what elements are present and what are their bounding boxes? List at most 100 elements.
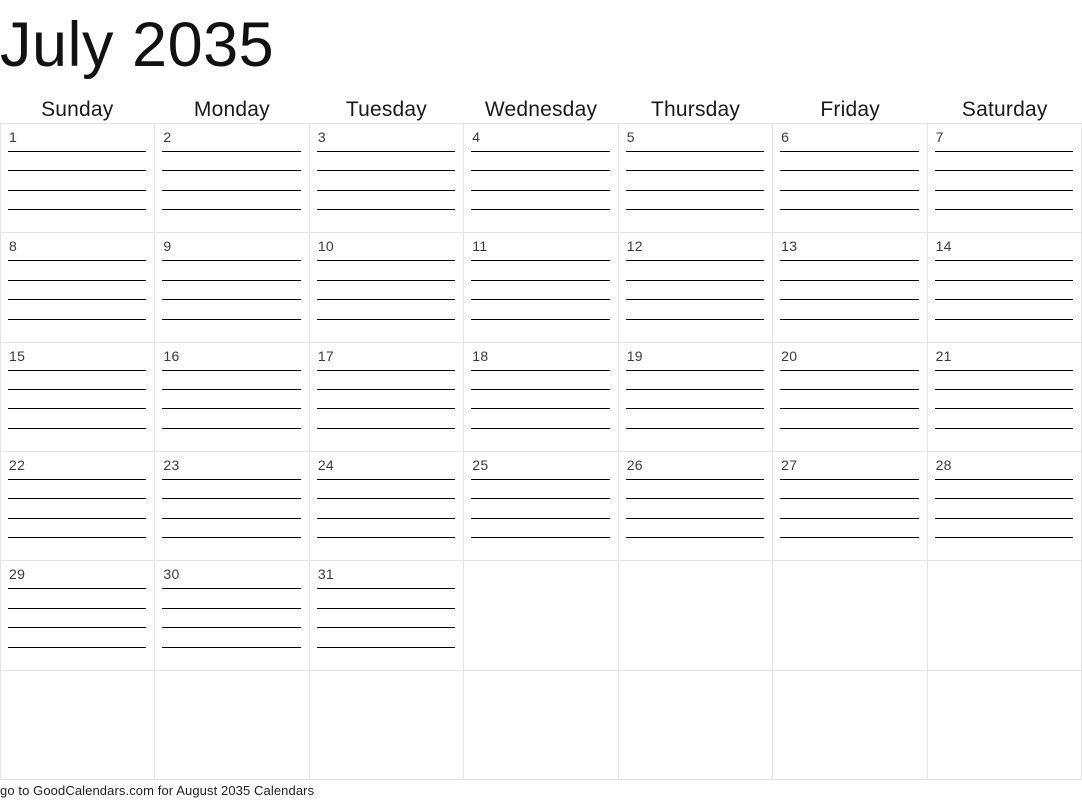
note-line[interactable] xyxy=(471,389,610,391)
note-line[interactable] xyxy=(471,151,610,152)
note-line[interactable] xyxy=(8,260,147,262)
note-line[interactable] xyxy=(162,209,301,211)
day-cell[interactable]: 28 xyxy=(927,452,1082,562)
note-line[interactable] xyxy=(316,479,456,480)
day-cell-empty[interactable] xyxy=(927,670,1082,780)
note-line[interactable] xyxy=(8,389,147,391)
note-line[interactable] xyxy=(471,279,610,281)
note-line[interactable] xyxy=(780,537,919,539)
day-cell[interactable]: 13 xyxy=(773,233,928,343)
note-line[interactable] xyxy=(162,389,301,391)
day-cell[interactable]: 30 xyxy=(155,561,310,671)
day-cell-empty[interactable] xyxy=(618,670,774,780)
day-cell[interactable]: 2 xyxy=(155,124,310,234)
day-cell[interactable]: 6 xyxy=(773,124,928,234)
note-line[interactable] xyxy=(8,189,147,191)
note-line[interactable] xyxy=(316,279,456,281)
note-line[interactable] xyxy=(162,369,301,371)
note-line[interactable] xyxy=(162,170,301,172)
day-cell-empty[interactable] xyxy=(1,670,156,780)
day-cell[interactable]: 24 xyxy=(309,452,465,562)
note-line[interactable] xyxy=(8,427,147,429)
day-cell[interactable]: 7 xyxy=(927,124,1082,234)
note-line[interactable] xyxy=(471,299,610,301)
note-line[interactable] xyxy=(780,389,919,391)
note-line[interactable] xyxy=(780,279,919,281)
note-line[interactable] xyxy=(471,189,610,191)
note-line[interactable] xyxy=(625,498,765,500)
note-line[interactable] xyxy=(471,260,610,262)
day-cell[interactable]: 23 xyxy=(155,452,310,562)
note-line[interactable] xyxy=(162,537,301,539)
note-line[interactable] xyxy=(625,279,765,281)
note-line[interactable] xyxy=(471,369,610,371)
note-line[interactable] xyxy=(625,189,765,191)
day-cell[interactable]: 10 xyxy=(309,233,465,343)
note-line[interactable] xyxy=(780,151,919,152)
note-line[interactable] xyxy=(934,299,1073,301)
note-line[interactable] xyxy=(471,537,610,539)
note-line[interactable] xyxy=(316,498,456,500)
note-line[interactable] xyxy=(780,299,919,301)
note-line[interactable] xyxy=(780,498,919,500)
note-line[interactable] xyxy=(162,408,301,410)
note-line[interactable] xyxy=(8,479,147,480)
note-line[interactable] xyxy=(780,408,919,410)
day-cell[interactable]: 1 xyxy=(1,124,156,234)
note-line[interactable] xyxy=(625,369,765,371)
note-line[interactable] xyxy=(471,498,610,500)
note-line[interactable] xyxy=(162,260,301,262)
note-line[interactable] xyxy=(934,517,1073,519)
note-line[interactable] xyxy=(316,427,456,429)
note-line[interactable] xyxy=(162,279,301,281)
note-line[interactable] xyxy=(316,299,456,301)
note-line[interactable] xyxy=(625,517,765,519)
day-cell[interactable]: 25 xyxy=(464,452,619,562)
note-line[interactable] xyxy=(625,427,765,429)
note-line[interactable] xyxy=(316,170,456,172)
note-line[interactable] xyxy=(316,627,456,629)
note-line[interactable] xyxy=(934,427,1073,429)
note-line[interactable] xyxy=(162,607,301,609)
note-line[interactable] xyxy=(934,189,1073,191)
note-line[interactable] xyxy=(8,646,147,648)
note-line[interactable] xyxy=(316,260,456,262)
note-line[interactable] xyxy=(934,479,1073,480)
note-line[interactable] xyxy=(316,151,456,152)
note-line[interactable] xyxy=(780,189,919,191)
note-line[interactable] xyxy=(162,151,301,152)
day-cell-empty[interactable] xyxy=(464,561,619,671)
note-line[interactable] xyxy=(316,408,456,410)
note-line[interactable] xyxy=(934,209,1073,211)
note-line[interactable] xyxy=(780,209,919,211)
note-line[interactable] xyxy=(162,646,301,648)
day-cell-empty[interactable] xyxy=(464,670,619,780)
note-line[interactable] xyxy=(162,318,301,320)
note-line[interactable] xyxy=(8,279,147,281)
note-line[interactable] xyxy=(8,318,147,320)
day-cell[interactable]: 29 xyxy=(1,561,156,671)
note-line[interactable] xyxy=(316,389,456,391)
note-line[interactable] xyxy=(934,279,1073,281)
day-cell[interactable]: 3 xyxy=(309,124,465,234)
day-cell[interactable]: 18 xyxy=(464,342,619,452)
note-line[interactable] xyxy=(780,517,919,519)
note-line[interactable] xyxy=(8,627,147,629)
day-cell[interactable]: 22 xyxy=(1,452,156,562)
note-line[interactable] xyxy=(934,537,1073,539)
note-line[interactable] xyxy=(8,151,147,152)
note-line[interactable] xyxy=(162,427,301,429)
day-cell[interactable]: 19 xyxy=(618,342,774,452)
note-line[interactable] xyxy=(625,408,765,410)
note-line[interactable] xyxy=(8,299,147,301)
note-line[interactable] xyxy=(471,517,610,519)
note-line[interactable] xyxy=(625,260,765,262)
note-line[interactable] xyxy=(780,427,919,429)
day-cell[interactable]: 16 xyxy=(155,342,310,452)
note-line[interactable] xyxy=(162,517,301,519)
note-line[interactable] xyxy=(934,318,1073,320)
note-line[interactable] xyxy=(934,408,1073,410)
note-line[interactable] xyxy=(316,537,456,539)
note-line[interactable] xyxy=(8,537,147,539)
note-line[interactable] xyxy=(471,408,610,410)
